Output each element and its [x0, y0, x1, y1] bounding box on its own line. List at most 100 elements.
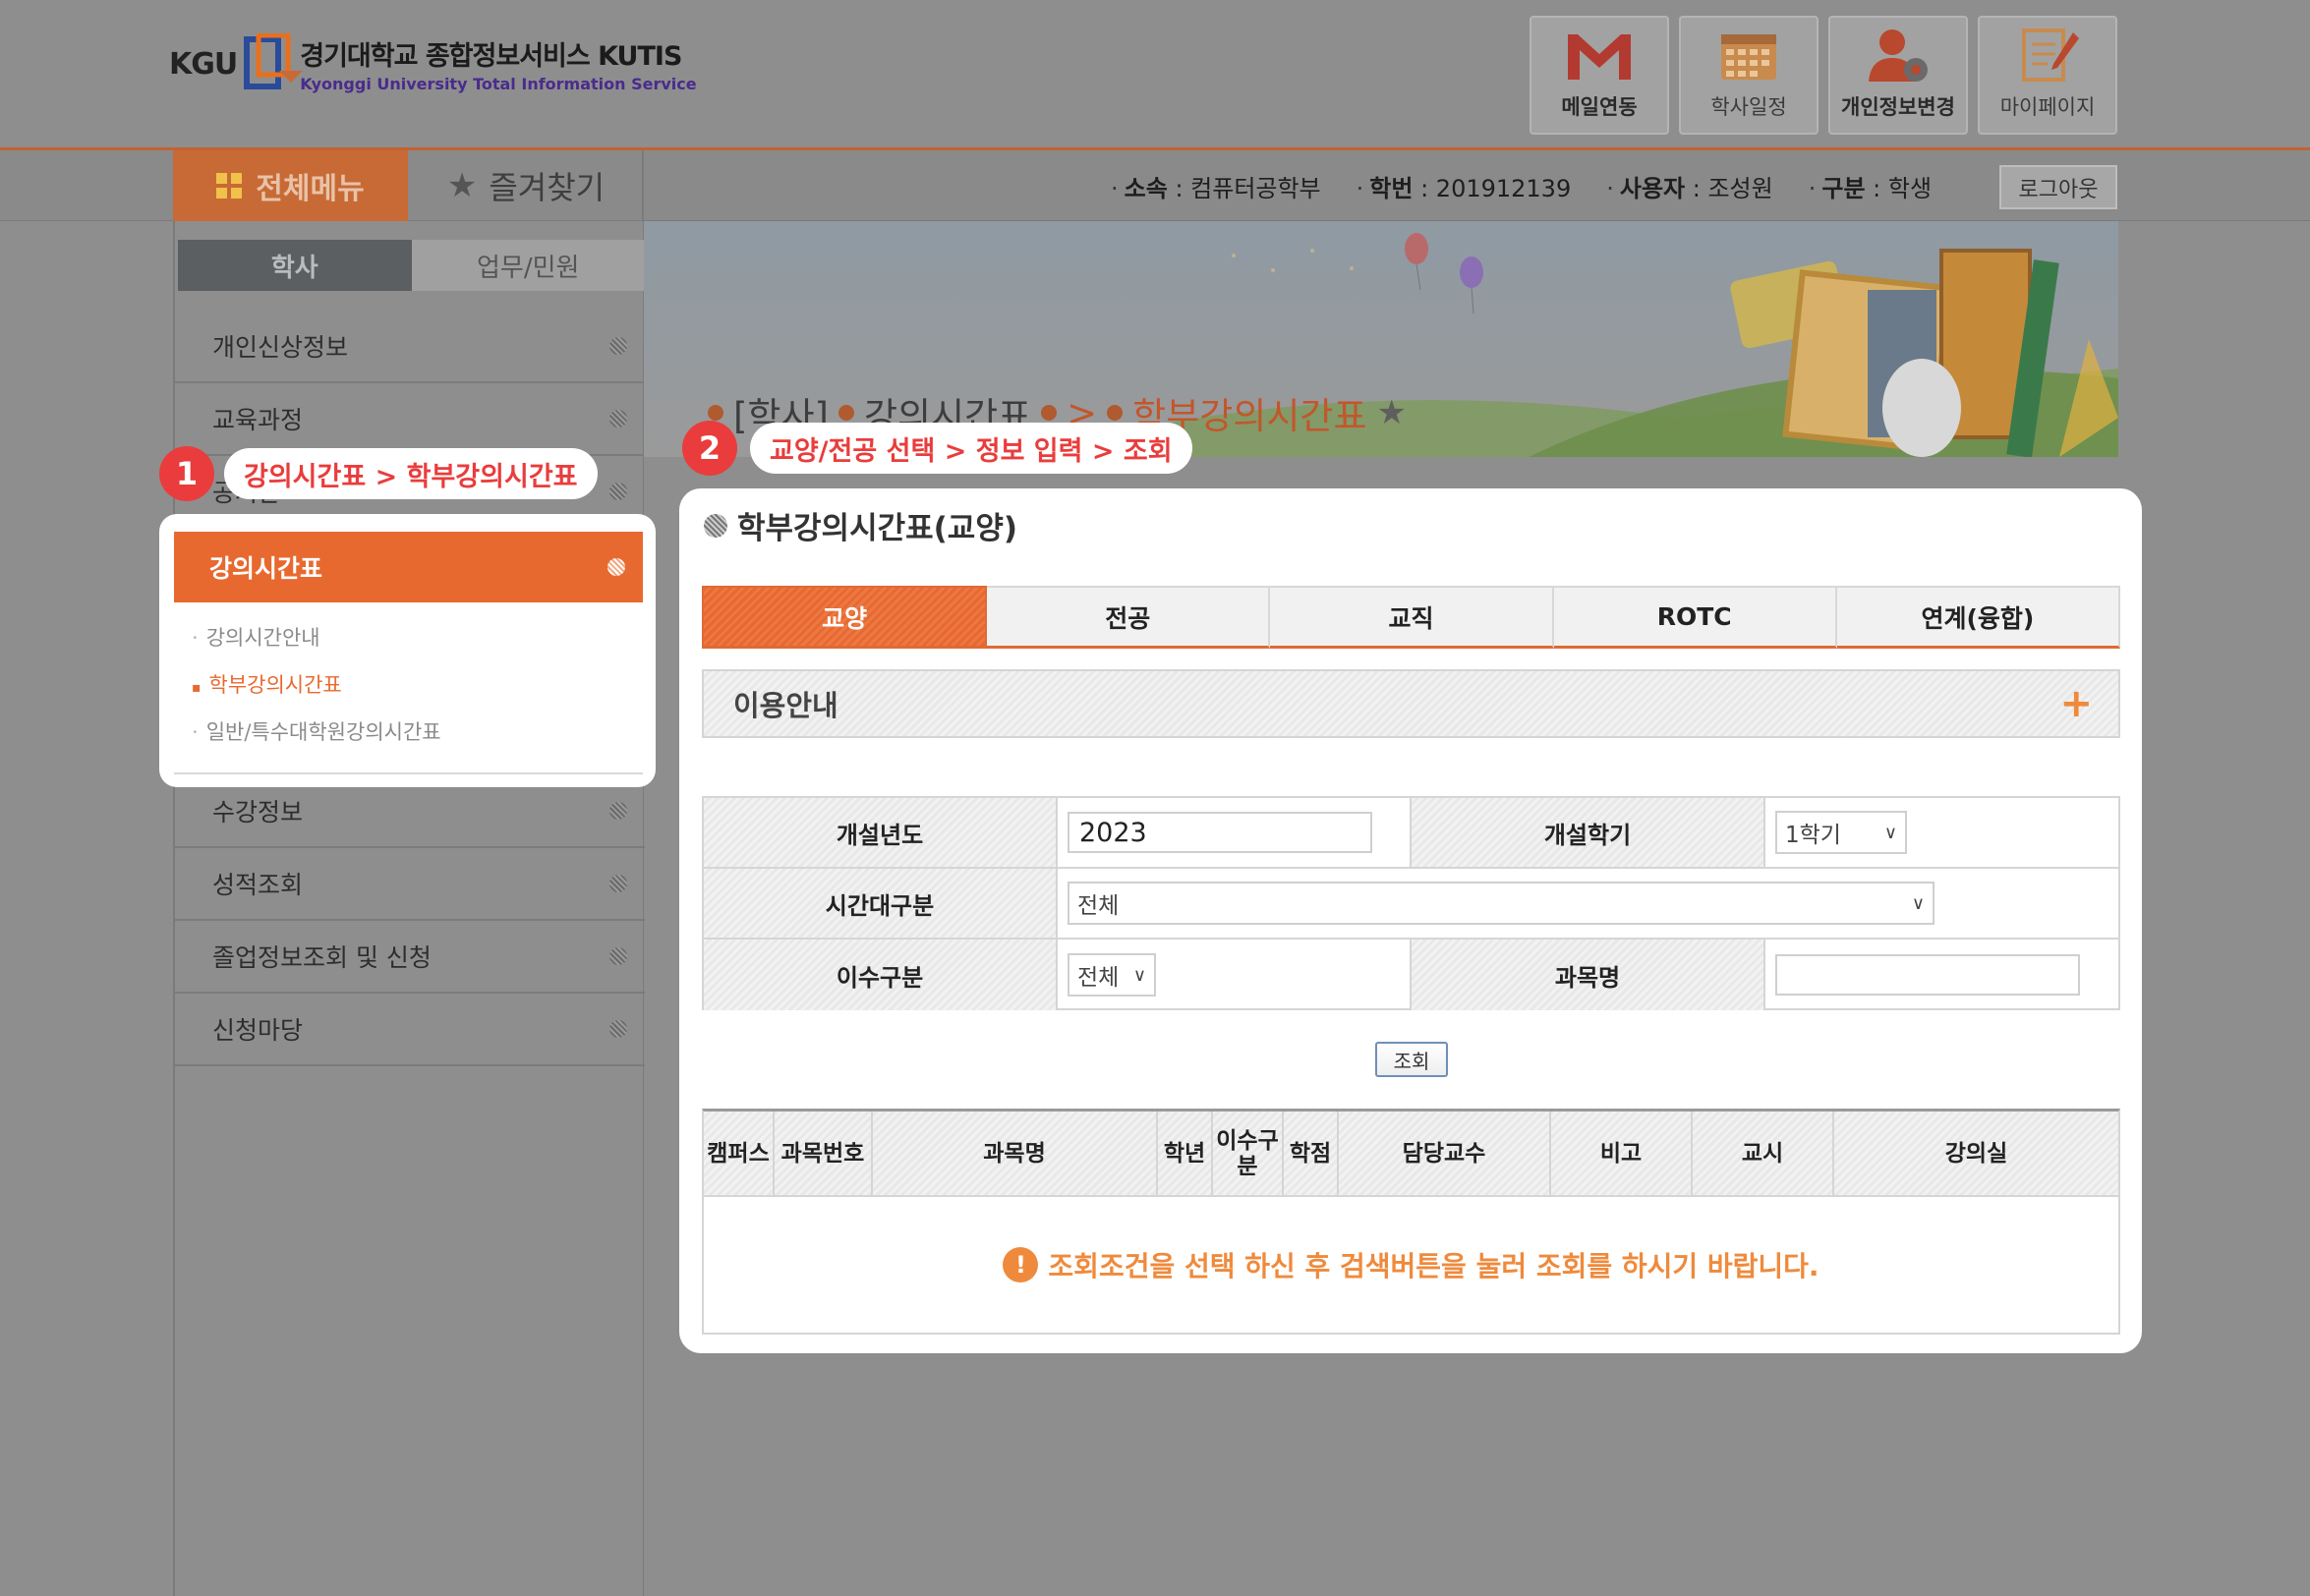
empty-result-message: ! 조회조건을 선택 하신 후 검색버튼을 눌러 조회를 하시기 바랍니다.: [704, 1197, 2118, 1333]
step1-callout: 강의시간표 > 학부강의시간표: [224, 448, 598, 499]
submenu-lecture-info[interactable]: 강의시간안내: [192, 622, 320, 652]
mail-sync-button[interactable]: 메일연동: [1530, 16, 1669, 135]
favorites-label: 즐겨찾기: [489, 169, 606, 206]
col-period: 교시: [1693, 1112, 1834, 1195]
tab-rotc[interactable]: ROTC: [1553, 586, 1837, 649]
user-name: 사용자 : 조성원: [1606, 169, 1773, 203]
mypage-label: 마이페이지: [1999, 95, 2096, 119]
logout-button[interactable]: 로그아웃: [1999, 165, 2117, 209]
expand-plus-icon[interactable]: +: [2059, 681, 2093, 726]
results-table-header: 캠퍼스 과목번호 과목명 학년 이수구분 학점 담당교수 비고 교시 강의실: [704, 1112, 2118, 1197]
header: KGU 경기대학교 종합정보서비스 KUTIS Kyonggi Universi…: [0, 0, 2310, 149]
course-type-tabs: 교양 전공 교직 ROTC 연계(융합): [702, 586, 2121, 649]
tab-liberal-arts[interactable]: 교양: [702, 586, 988, 649]
sidebar-item-curriculum[interactable]: 교육과정: [175, 383, 645, 456]
site-logo[interactable]: KGU 경기대학교 종합정보서비스 KUTIS Kyonggi Universi…: [169, 29, 697, 98]
timeslot-label: 시간대구분: [704, 869, 1058, 938]
mypage-button[interactable]: 마이페이지: [1978, 16, 2117, 135]
bullet-icon: [609, 875, 627, 892]
bullet-icon: [609, 337, 627, 355]
mail-sync-label: 메일연동: [1561, 95, 1638, 119]
logo-abbr: KGU: [169, 46, 238, 82]
personal-info-change-button[interactable]: 개인정보변경: [1828, 16, 1968, 135]
timeslot-select[interactable]: 전체 ∨: [1068, 882, 1935, 925]
timetable-submenu: 강의시간안내 학부강의시간표 일반/특수대학원강의시간표: [174, 602, 643, 774]
academic-calendar-button[interactable]: 학사일정: [1679, 16, 1819, 135]
sidebar-tabs: 학사 업무/민원: [178, 240, 645, 291]
category-label: 이수구분: [704, 940, 1058, 1010]
logo-subtitle: Kyonggi University Total Information Ser…: [300, 75, 697, 93]
col-campus: 캠퍼스: [704, 1112, 775, 1195]
col-grade: 학년: [1158, 1112, 1213, 1195]
sidebar-item-grades[interactable]: 성적조회: [175, 848, 645, 921]
col-course-number: 과목번호: [775, 1112, 873, 1195]
bullet-icon: [609, 483, 627, 500]
bullet-icon: [609, 1020, 627, 1038]
star-icon: ★: [446, 166, 478, 205]
page-title: 학부강의시간표(교양): [704, 503, 1017, 547]
submenu-grad-timetable[interactable]: 일반/특수대학원강의시간표: [192, 716, 441, 746]
grid-icon: [216, 173, 243, 199]
menu-bar: 전체메뉴 ★ 즐겨찾기 소속 : 컴퓨터공학부 학번 : 201912139 사…: [0, 150, 2310, 221]
top-shortcuts: 메일연동 학사일정 개인정보변경 마이페이지: [1530, 16, 2117, 135]
empty-result-text: 조회조건을 선택 하신 후 검색버튼을 눌러 조회를 하시기 바랍니다.: [1048, 1250, 1819, 1282]
user-student-id: 학번 : 201912139: [1357, 169, 1571, 203]
course-name-input[interactable]: [1775, 954, 2080, 996]
warning-icon: !: [1003, 1247, 1039, 1282]
category-select[interactable]: 전체 ∨: [1068, 953, 1156, 997]
all-menu-label: 전체메뉴: [256, 172, 365, 206]
breadcrumb-bullet-icon: [1041, 405, 1058, 421]
favorites-button[interactable]: ★ 즐겨찾기: [408, 150, 644, 221]
all-menu-pointer: [279, 71, 303, 83]
submenu-undergrad-timetable[interactable]: 학부강의시간표: [192, 669, 342, 699]
logo-mark-icon: [244, 33, 291, 89]
bullet-icon: [609, 410, 627, 428]
user-info: 소속 : 컴퓨터공학부 학번 : 201912139 사용자 : 조성원 구분 …: [1111, 150, 1932, 221]
user-settings-icon: [1869, 29, 1928, 82]
user-affiliation: 소속 : 컴퓨터공학부: [1111, 169, 1321, 203]
search-form: 개설년도 2023 개설학기 1학기 ∨ 시간대구분 전체 ∨ 이수구분 전체 …: [702, 796, 2120, 1010]
search-button[interactable]: 조회: [1375, 1042, 1448, 1077]
breadcrumb-bullet-icon: [1107, 405, 1124, 421]
chevron-down-icon: ∨: [1883, 822, 1897, 843]
tab-services[interactable]: 업무/민원: [411, 240, 645, 291]
year-input[interactable]: 2023: [1068, 812, 1372, 853]
tab-major[interactable]: 전공: [987, 586, 1271, 649]
form-row-category-course: 이수구분 전체 ∨ 과목명: [704, 940, 2118, 1010]
user-type: 구분 : 학생: [1809, 169, 1932, 203]
results-table: 캠퍼스 과목번호 과목명 학년 이수구분 학점 담당교수 비고 교시 강의실 !…: [702, 1109, 2120, 1335]
sidebar-item-timetable[interactable]: 강의시간표: [174, 532, 643, 602]
tab-teaching[interactable]: 교직: [1270, 586, 1554, 649]
all-menu-button[interactable]: 전체메뉴: [173, 150, 408, 221]
tab-academic[interactable]: 학사: [178, 240, 412, 291]
usage-guide-label: 이용안내: [733, 689, 838, 722]
bullet-icon: [607, 558, 625, 576]
sidebar-item-personal-info[interactable]: 개인신상정보: [175, 311, 645, 383]
sidebar-item-applications[interactable]: 신청마당: [175, 994, 645, 1066]
col-credits: 학점: [1284, 1112, 1339, 1195]
semester-select[interactable]: 1학기 ∨: [1775, 811, 1907, 854]
logo-title: 경기대학교 종합정보서비스 KUTIS: [300, 41, 682, 72]
calendar-icon: [1721, 34, 1776, 80]
step1-badge: 1: [159, 446, 214, 501]
col-category: 이수구분: [1213, 1112, 1284, 1195]
mypage-icon: [2022, 28, 2079, 82]
col-remarks: 비고: [1551, 1112, 1693, 1195]
year-label: 개설년도: [704, 798, 1058, 867]
sidebar-item-graduation[interactable]: 졸업정보조회 및 신청: [175, 921, 645, 994]
bullet-icon: [609, 947, 627, 965]
course-name-label: 과목명: [1412, 940, 1765, 1010]
step2-callout: 교양/전공 선택 > 정보 입력 > 조회: [750, 423, 1192, 474]
form-row-year-semester: 개설년도 2023 개설학기 1학기 ∨: [704, 798, 2118, 869]
bullet-icon: [609, 802, 627, 820]
form-row-timeslot: 시간대구분 전체 ∨: [704, 869, 2118, 940]
step2-badge: 2: [682, 421, 737, 476]
title-bullet-icon: [704, 513, 727, 538]
tab-convergence[interactable]: 연계(융합): [1836, 586, 2121, 649]
academic-calendar-label: 학사일정: [1710, 95, 1787, 119]
chevron-down-icon: ∨: [1911, 892, 1925, 914]
favorite-star-icon[interactable]: ★: [1376, 393, 1406, 432]
col-classroom: 강의실: [1944, 1140, 2008, 1167]
breadcrumb-bullet-icon: [837, 405, 854, 421]
usage-guide-bar[interactable]: 이용안내 +: [702, 669, 2120, 738]
